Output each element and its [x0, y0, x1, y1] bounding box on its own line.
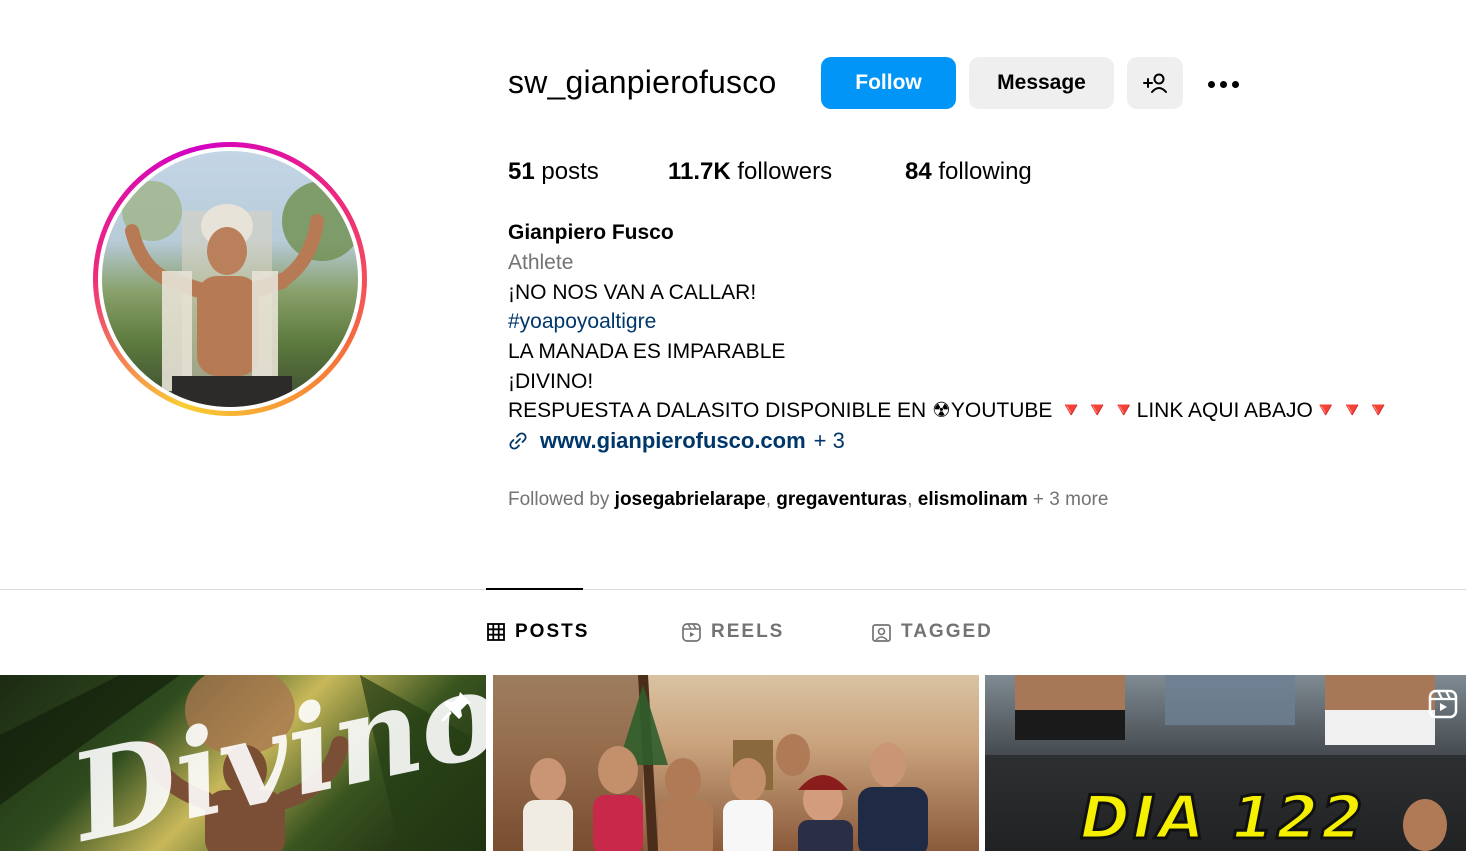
- external-link[interactable]: www.gianpierofusco.com: [540, 428, 806, 454]
- avatar-photo: [122, 181, 358, 407]
- followed-by-user[interactable]: gregaventuras: [776, 489, 907, 510]
- dot: [1219, 80, 1227, 88]
- following-label: following: [938, 158, 1032, 185]
- more-links[interactable]: + 3: [814, 428, 845, 454]
- reel-icon: [1428, 689, 1458, 719]
- bio-line: ¡DIVINO!: [508, 370, 594, 393]
- posts-count: 51: [508, 158, 535, 185]
- post-image: [493, 675, 928, 851]
- dot: [1231, 80, 1239, 88]
- posts-stat: 51 posts: [508, 158, 599, 186]
- post-overlay-text: DIA 122: [1079, 782, 1366, 851]
- followed-by[interactable]: Followed by josegabrielarape, gregaventu…: [508, 489, 1108, 511]
- followed-by-prefix: Followed by: [508, 489, 610, 510]
- tab-posts[interactable]: POSTS: [487, 621, 589, 643]
- tab-tagged[interactable]: TAGGED: [872, 621, 993, 643]
- followed-by-user[interactable]: elismolinam: [918, 489, 1028, 510]
- suggest-accounts-button[interactable]: [1127, 57, 1183, 109]
- story-ring[interactable]: [93, 142, 367, 416]
- following-count: 84: [905, 158, 932, 185]
- tab-label: TAGGED: [901, 621, 993, 642]
- follow-button[interactable]: Follow: [821, 57, 956, 109]
- tab-label: REELS: [711, 621, 785, 642]
- tabs-divider: [0, 589, 1466, 590]
- followers-stat[interactable]: 11.7K followers: [668, 158, 832, 186]
- profile-full-name: Gianpiero Fusco: [508, 221, 674, 244]
- post-thumbnail[interactable]: Divino: [0, 675, 486, 851]
- link-icon: [509, 432, 527, 450]
- tab-label: POSTS: [515, 621, 590, 642]
- external-link-row[interactable]: www.gianpierofusco.com + 3: [508, 428, 845, 454]
- bio-hashtag-link[interactable]: #yoapoyoaltigre: [508, 310, 656, 334]
- tab-reels[interactable]: REELS: [682, 621, 784, 643]
- bio-line: RESPUESTA A DALASITO DISPONIBLE EN ☢YOUT…: [508, 399, 1392, 422]
- profile-category: Athlete: [508, 251, 574, 274]
- grid-icon: [487, 623, 505, 641]
- dot: [1207, 80, 1215, 88]
- posts-label: posts: [541, 158, 599, 185]
- message-button[interactable]: Message: [969, 57, 1114, 109]
- profile-username: sw_gianpierofusco: [508, 64, 777, 100]
- following-stat[interactable]: 84 following: [905, 158, 1032, 186]
- followers-count: 11.7K: [668, 158, 731, 185]
- post-thumbnail[interactable]: [493, 675, 979, 851]
- active-tab-indicator: [486, 588, 583, 590]
- avatar[interactable]: [102, 151, 358, 407]
- reels-icon: [682, 622, 701, 642]
- pinned-icon: [441, 692, 471, 722]
- followers-label: followers: [737, 158, 833, 185]
- more-options-icon[interactable]: [1198, 64, 1248, 104]
- tagged-icon: [872, 623, 891, 642]
- followed-by-more[interactable]: + 3 more: [1033, 489, 1109, 510]
- add-user-icon: [1143, 73, 1167, 93]
- bio-line: ¡NO NOS VAN A CALLAR!: [508, 281, 757, 304]
- post-thumbnail[interactable]: DIA 122: [985, 675, 1466, 851]
- bio-line: LA MANADA ES IMPARABLE: [508, 340, 786, 363]
- followed-by-user[interactable]: josegabrielarape: [615, 489, 766, 510]
